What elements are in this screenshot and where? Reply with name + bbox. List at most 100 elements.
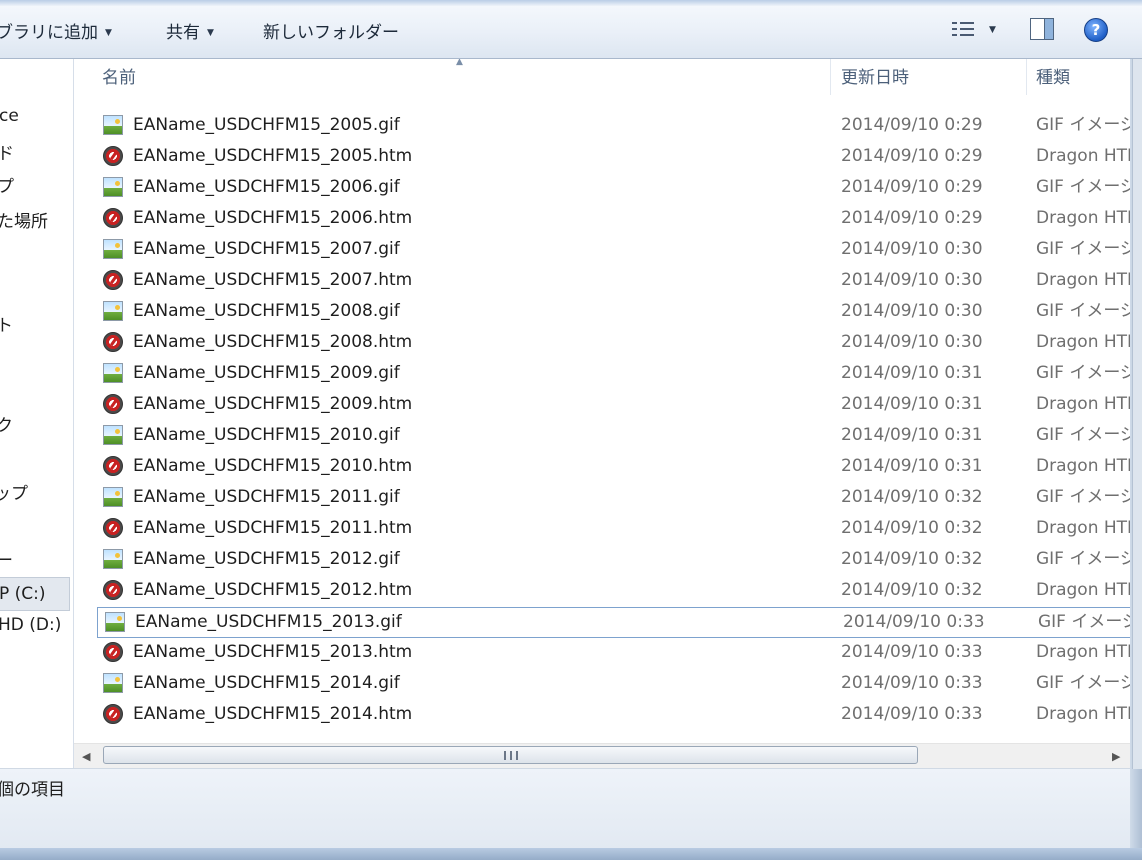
file-type: GIF イメージ [1038, 612, 1130, 632]
column-header-name[interactable]: 名前 [102, 59, 136, 97]
chevron-down-icon: ▼ [207, 28, 214, 38]
dragon-html-icon [103, 208, 123, 228]
dragon-html-icon [103, 146, 123, 166]
file-type: GIF イメージ [1036, 177, 1130, 197]
file-date: 2014/09/10 0:33 [841, 642, 983, 662]
file-type: GIF イメージ [1036, 487, 1130, 507]
new-folder-button[interactable]: 新しいフォルダー [263, 18, 399, 43]
file-row[interactable]: EAName_USDCHFM15_2005.gif 2014/09/10 0:29… [96, 111, 1130, 140]
file-row[interactable]: EAName_USDCHFM15_2005.htm 2014/09/10 0:29… [96, 142, 1130, 171]
file-type: GIF イメージ [1036, 239, 1130, 259]
file-row[interactable]: EAName_USDCHFM15_2007.gif 2014/09/10 0:30… [96, 235, 1130, 264]
file-date: 2014/09/10 0:30 [841, 332, 983, 352]
file-row[interactable]: EAName_USDCHFM15_2009.gif 2014/09/10 0:31… [96, 359, 1130, 388]
file-row[interactable]: EAName_USDCHFM15_2008.htm 2014/09/10 0:30… [96, 328, 1130, 357]
share-button[interactable]: 共有 ▼ [166, 18, 214, 43]
file-name: EAName_USDCHFM15_2005.htm [133, 146, 413, 166]
file-row[interactable]: EAName_USDCHFM15_2006.htm 2014/09/10 0:29… [96, 204, 1130, 233]
file-type: GIF イメージ [1036, 549, 1130, 569]
file-row[interactable]: EAName_USDCHFM15_2013.gif 2014/09/10 0:33… [97, 607, 1130, 638]
nav-item[interactable]: プ [0, 172, 14, 197]
file-name: EAName_USDCHFM15_2011.gif [133, 487, 400, 507]
scroll-left-icon[interactable]: ◀ [82, 750, 90, 763]
file-name: EAName_USDCHFM15_2005.gif [133, 115, 400, 135]
file-row[interactable]: EAName_USDCHFM15_2014.gif 2014/09/10 0:33… [96, 669, 1130, 698]
file-name: EAName_USDCHFM15_2013.htm [133, 642, 413, 662]
file-row[interactable]: EAName_USDCHFM15_2011.gif 2014/09/10 0:32… [96, 483, 1130, 512]
dragon-html-icon [103, 394, 123, 414]
dragon-html-icon [103, 704, 123, 724]
dragon-html-icon [103, 518, 123, 538]
file-row[interactable]: EAName_USDCHFM15_2012.gif 2014/09/10 0:32… [96, 545, 1130, 574]
dragon-html-icon [103, 580, 123, 600]
nav-item[interactable]: ト [0, 311, 13, 336]
column-header-type[interactable]: 種類 [1036, 59, 1070, 97]
file-type: Dragon HTML [1036, 146, 1130, 166]
help-icon[interactable]: ? [1084, 18, 1108, 42]
file-date: 2014/09/10 0:30 [841, 301, 983, 321]
file-type: GIF イメージ [1036, 425, 1130, 445]
file-type: GIF イメージ [1036, 115, 1130, 135]
file-row[interactable]: EAName_USDCHFM15_2009.htm 2014/09/10 0:31… [96, 390, 1130, 419]
nav-item[interactable]: ク [0, 411, 13, 436]
file-type: Dragon HTML [1036, 270, 1130, 290]
file-row[interactable]: EAName_USDCHFM15_2010.gif 2014/09/10 0:31… [96, 421, 1130, 450]
chevron-down-icon: ▼ [105, 28, 112, 38]
gif-image-icon [103, 239, 123, 259]
scroll-right-icon[interactable]: ▶ [1112, 750, 1120, 763]
scrollbar-thumb[interactable] [103, 746, 918, 764]
file-row[interactable]: EAName_USDCHFM15_2011.htm 2014/09/10 0:32… [96, 514, 1130, 543]
add-to-library-button[interactable]: ブラリに追加 ▼ [0, 18, 112, 43]
file-row[interactable]: EAName_USDCHFM15_2013.htm 2014/09/10 0:33… [96, 638, 1130, 667]
file-date: 2014/09/10 0:31 [841, 425, 983, 445]
file-row[interactable]: EAName_USDCHFM15_2006.gif 2014/09/10 0:29… [96, 173, 1130, 202]
dragon-html-icon [103, 642, 123, 662]
file-date: 2014/09/10 0:30 [841, 239, 983, 259]
file-row[interactable]: EAName_USDCHFM15_2010.htm 2014/09/10 0:31… [96, 452, 1130, 481]
file-date: 2014/09/10 0:31 [841, 363, 983, 383]
gif-image-icon [103, 549, 123, 569]
gif-image-icon [103, 177, 123, 197]
navigation-pane: ce ド プ た場所 ト ク ップ ー P (C:) HD (D:) , [0, 59, 74, 769]
file-date: 2014/09/10 0:32 [841, 518, 983, 538]
file-date: 2014/09/10 0:33 [843, 612, 985, 632]
share-label: 共有 [166, 23, 200, 43]
file-name: EAName_USDCHFM15_2014.gif [133, 673, 400, 693]
file-row[interactable]: EAName_USDCHFM15_2014.htm 2014/09/10 0:33… [96, 700, 1130, 729]
horizontal-scrollbar[interactable]: ◀ ▶ [74, 743, 1130, 768]
gif-image-icon [105, 612, 125, 632]
file-list: ▲ 名前 更新日時 種類 EAName_USDCHFM15_2005.gif 20… [74, 59, 1130, 743]
column-divider[interactable] [1026, 59, 1027, 95]
gif-image-icon [103, 301, 123, 321]
view-options-chevron-icon[interactable]: ▼ [989, 25, 996, 35]
file-name: EAName_USDCHFM15_2007.htm [133, 270, 413, 290]
new-folder-label: 新しいフォルダー [263, 23, 399, 43]
file-date: 2014/09/10 0:32 [841, 549, 983, 569]
nav-item-drive-d[interactable]: HD (D:) [0, 615, 61, 635]
file-row[interactable]: EAName_USDCHFM15_2007.htm 2014/09/10 0:30… [96, 266, 1130, 295]
window-top-border [0, 0, 1142, 6]
file-type: Dragon HTML [1036, 580, 1130, 600]
change-view-icon[interactable] [952, 20, 978, 40]
nav-item[interactable]: ド [0, 139, 14, 164]
file-date: 2014/09/10 0:29 [841, 115, 983, 135]
file-name: EAName_USDCHFM15_2009.gif [133, 363, 400, 383]
file-date: 2014/09/10 0:33 [841, 673, 983, 693]
nav-item[interactable]: ー [0, 546, 13, 571]
nav-item[interactable]: , [0, 678, 1, 698]
file-name: EAName_USDCHFM15_2008.htm [133, 332, 413, 352]
column-divider[interactable] [830, 59, 831, 95]
nav-item[interactable]: た場所 [0, 207, 48, 232]
file-type: GIF イメージ [1036, 673, 1130, 693]
vertical-scrollbar[interactable] [1132, 59, 1142, 769]
nav-item[interactable]: ップ [0, 479, 28, 504]
file-row[interactable]: EAName_USDCHFM15_2008.gif 2014/09/10 0:30… [96, 297, 1130, 326]
file-name: EAName_USDCHFM15_2008.gif [133, 301, 400, 321]
preview-pane-icon[interactable] [1030, 18, 1054, 40]
nav-item[interactable]: ce [0, 106, 19, 126]
nav-item-drive-c[interactable]: P (C:) [0, 577, 70, 611]
file-date: 2014/09/10 0:32 [841, 580, 983, 600]
file-name: EAName_USDCHFM15_2009.htm [133, 394, 413, 414]
column-header-date[interactable]: 更新日時 [841, 59, 909, 97]
file-row[interactable]: EAName_USDCHFM15_2012.htm 2014/09/10 0:32… [96, 576, 1130, 605]
